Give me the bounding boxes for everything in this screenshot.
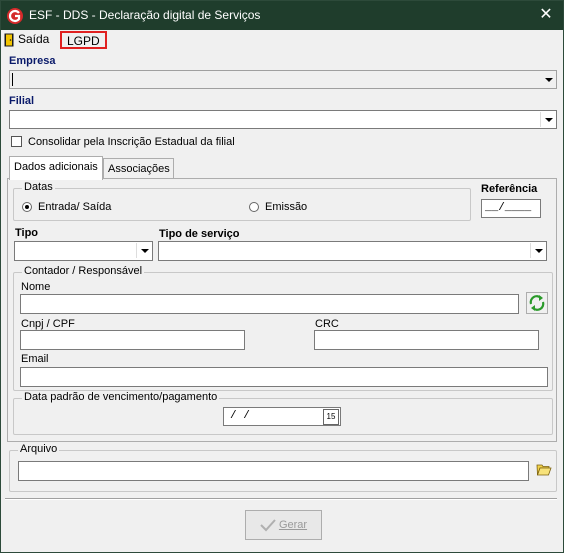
filial-combo[interactable] (9, 110, 557, 129)
chevron-down-icon (540, 72, 555, 87)
datas-title: Datas (22, 181, 55, 193)
menu-saida[interactable]: Saída (4, 31, 49, 49)
gerar-button[interactable]: Gerar (245, 510, 322, 540)
app-logo-icon (7, 8, 23, 24)
close-icon[interactable]: ✕ (535, 5, 557, 25)
chevron-down-icon (540, 112, 555, 127)
main-window: ESF - DDS - Declaração digital de Serviç… (0, 0, 564, 553)
tab-associacoes[interactable]: Associações (103, 158, 174, 180)
nome-input[interactable] (20, 294, 519, 314)
radio-entrada-saida-label: Entrada/ Saída (38, 201, 112, 213)
refresh-button[interactable] (526, 292, 548, 314)
vencimento-title: Data padrão de vencimento/pagamento (22, 391, 220, 403)
tipo-combo[interactable] (14, 241, 153, 261)
gerar-label: Gerar (278, 519, 308, 531)
arquivo-input[interactable] (18, 461, 529, 481)
vencimento-mask: / / (230, 410, 250, 422)
email-label: Email (21, 353, 49, 365)
consolidar-checkbox[interactable] (11, 136, 22, 147)
text-cursor (12, 73, 13, 86)
consolidar-label: Consolidar pela Inscrição Estadual da fi… (28, 136, 235, 148)
crc-label: CRC (315, 318, 339, 330)
radio-emissao-label: Emissão (265, 201, 308, 213)
chevron-down-icon (530, 243, 545, 258)
filial-label: Filial (9, 95, 35, 107)
radio-emissao[interactable] (249, 202, 259, 212)
email-input[interactable] (20, 367, 548, 387)
nome-label: Nome (21, 281, 51, 293)
arquivo-title: Arquivo (18, 443, 60, 455)
referencia-label: Referência (481, 183, 538, 195)
menu-lgpd[interactable]: LGPD (60, 31, 107, 49)
window-title: ESF - DDS - Declaração digital de Serviç… (29, 8, 261, 22)
contador-title: Contador / Responsável (22, 265, 145, 277)
crc-input[interactable] (314, 330, 539, 350)
menu-saida-label: Saída (18, 32, 50, 46)
folder-open-icon[interactable] (536, 463, 552, 477)
tipo-label: Tipo (15, 227, 39, 239)
tipo-servico-combo[interactable] (158, 241, 547, 261)
exit-door-icon (4, 33, 14, 47)
vencimento-date-input[interactable]: / / 15 (223, 407, 341, 426)
check-icon (260, 519, 276, 532)
cnpj-input[interactable] (20, 330, 245, 350)
tipo-servico-label: Tipo de serviço (159, 228, 240, 240)
empresa-combo[interactable] (9, 70, 557, 89)
cnpj-label: Cnpj / CPF (21, 318, 75, 330)
calendar-icon[interactable]: 15 (323, 409, 339, 425)
referencia-mask: __/____ (485, 202, 532, 214)
radio-entrada-saida[interactable] (22, 202, 32, 212)
chevron-down-icon (136, 243, 151, 258)
empresa-label: Empresa (9, 55, 56, 67)
tab-dados-adicionais[interactable]: Dados adicionais (9, 156, 103, 180)
separator (5, 498, 557, 500)
title-bar: ESF - DDS - Declaração digital de Serviç… (1, 1, 563, 30)
refresh-icon (529, 295, 545, 311)
menu-bar: Saída LGPD (1, 30, 563, 50)
referencia-input[interactable]: __/____ (481, 199, 541, 218)
